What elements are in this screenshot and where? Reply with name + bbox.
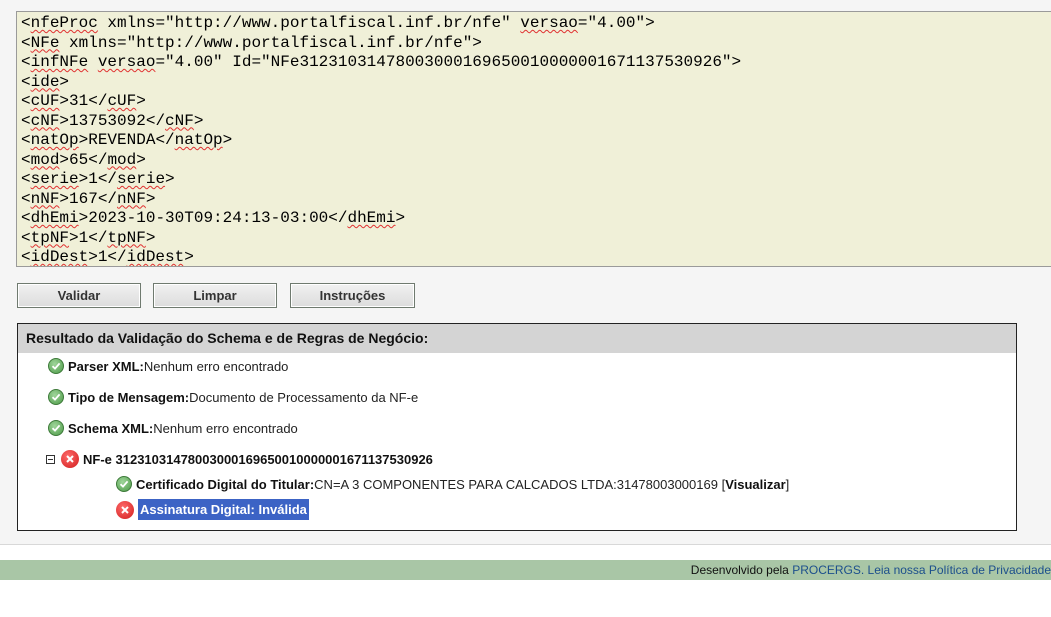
xml-input-textarea[interactable]: <nfeProc xmlns="http://www.portalfiscal.…: [16, 11, 1051, 267]
xml-line: <infNFe versao="4.00" Id="NFe31231031478…: [21, 53, 742, 71]
certificado-value: CN=A 3 COMPONENTES PARA CALCADOS LTDA:31…: [314, 476, 726, 492]
xml-line: <mod>65</mod>: [21, 150, 146, 169]
check-icon: [48, 420, 64, 436]
privacy-policy-link[interactable]: . Leia nossa Política de Privacidade: [861, 563, 1051, 577]
check-icon: [48, 358, 64, 374]
visualizar-link[interactable]: Visualizar: [725, 477, 785, 492]
xml-line: <cUF>31</cUF>: [21, 92, 146, 110]
validar-button[interactable]: Validar: [17, 283, 141, 308]
parser-xml-label: Parser XML:: [68, 358, 144, 374]
nfe-id-label: NF-e 31231031478003000169650010000001671…: [83, 451, 433, 467]
xml-line: <cNF>13753092</cNF>: [21, 111, 204, 130]
instrucoes-button[interactable]: Instruções: [290, 283, 415, 308]
nfe-node-row: NF-e 31231031478003000169650010000001671…: [46, 450, 433, 468]
tipo-mensagem-row: Tipo de Mensagem: Documento de Processam…: [48, 389, 418, 405]
schema-xml-label: Schema XML:: [68, 420, 154, 436]
check-icon: [116, 476, 132, 492]
xml-line: <tpNF>1</tpNF>: [21, 228, 156, 247]
schema-xml-value: Nenhum erro encontrado: [153, 420, 298, 436]
footer-prefix: Desenvolvido pela: [690, 563, 793, 577]
xml-line: <ide>: [21, 72, 70, 91]
tipo-mensagem-value: Documento de Processamento da NF-e: [189, 389, 419, 405]
parser-xml-value: Nenhum erro encontrado: [143, 358, 289, 374]
certificado-row: Certificado Digital do Titular: CN=A 3 C…: [116, 476, 789, 492]
check-icon: [48, 389, 64, 405]
validation-result-box: Resultado da Validação do Schema e de Re…: [17, 323, 1017, 531]
limpar-button[interactable]: Limpar: [153, 283, 277, 308]
xml-line: <serie>1</serie>: [21, 170, 175, 188]
validator-panel: <nfeProc xmlns="http://www.portalfiscal.…: [0, 0, 1051, 545]
footer-bar: Desenvolvido pela PROCERGS. Leia nossa P…: [0, 560, 1051, 580]
schema-xml-row: Schema XML: Nenhum erro encontrado: [48, 420, 298, 436]
xml-content: <nfeProc xmlns="http://www.portalfiscal.…: [17, 12, 1051, 266]
assinatura-row: Assinatura Digital: Inválida: [116, 499, 309, 520]
certificado-close-bracket: ]: [785, 476, 790, 492]
xml-line: <nfeProc xmlns="http://www.portalfiscal.…: [21, 14, 655, 32]
xml-line: <idDest>1</idDest>: [21, 248, 194, 266]
tipo-mensagem-label: Tipo de Mensagem:: [68, 389, 190, 405]
collapse-toggle-icon[interactable]: [46, 454, 55, 464]
xml-line: <NFe xmlns="http://www.portalfiscal.inf.…: [21, 33, 482, 52]
parser-xml-row: Parser XML: Nenhum erro encontrado: [48, 358, 288, 374]
error-icon: [116, 500, 134, 519]
xml-line: <nNF>167</nNF>: [21, 189, 156, 208]
result-title: Resultado da Validação do Schema e de Re…: [18, 324, 1016, 353]
assinatura-digital-label: Assinatura Digital: Inválida: [138, 499, 309, 520]
xml-line: <natOp>REVENDA</natOp>: [21, 131, 233, 149]
xml-line: <dhEmi>2023-10-30T09:24:13-03:00</dhEmi>: [21, 209, 406, 227]
certificado-label: Certificado Digital do Titular:: [136, 476, 315, 492]
error-icon: [61, 450, 79, 468]
procergs-link[interactable]: PROCERGS: [792, 563, 861, 577]
